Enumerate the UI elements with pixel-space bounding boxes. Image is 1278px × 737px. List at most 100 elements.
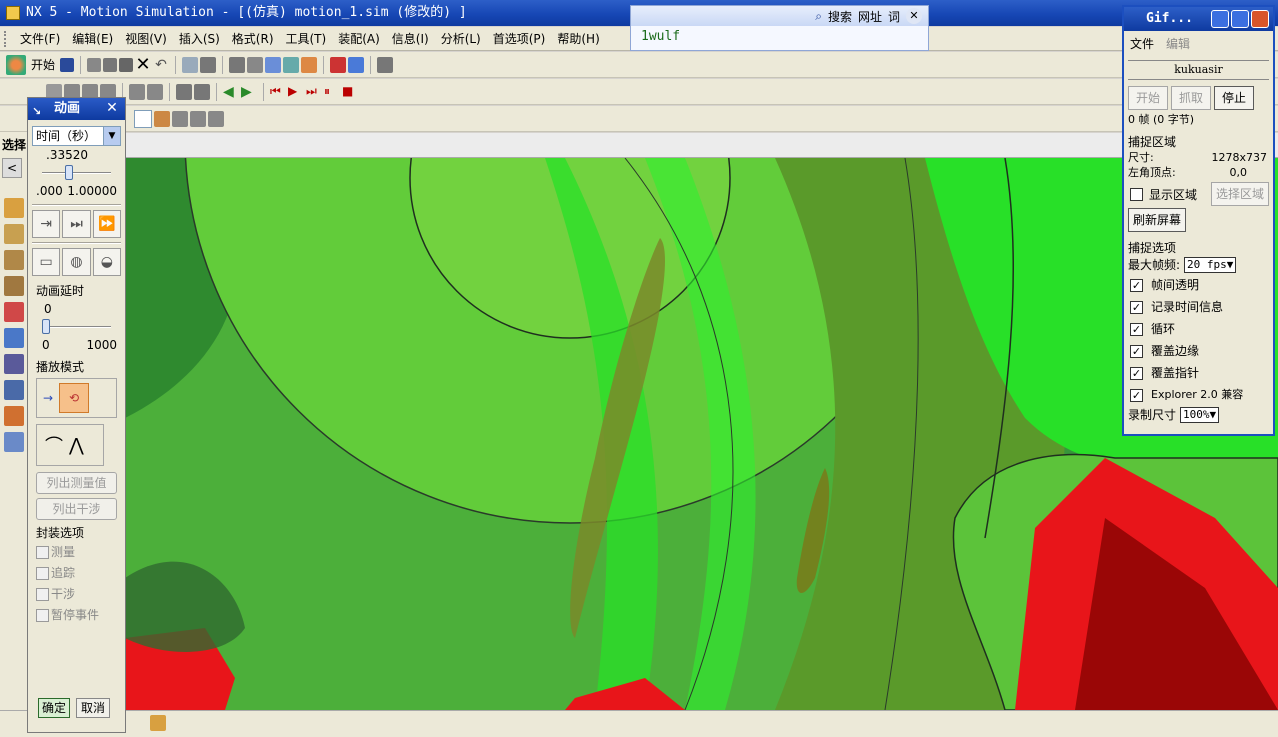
rec-size-select[interactable]: 100%▼: [1180, 407, 1220, 423]
show-area-checkbox[interactable]: [1130, 187, 1143, 201]
point-snap-icon[interactable]: [190, 110, 206, 127]
max-fps-select[interactable]: 20 fps▼: [1184, 257, 1237, 273]
checkbox-checked[interactable]: ✓: [1130, 300, 1143, 314]
step-back-button[interactable]: ⇥: [32, 210, 61, 238]
paste-icon[interactable]: [119, 57, 134, 72]
arrow-right-icon[interactable]: ▶: [241, 84, 257, 100]
navigator-icon[interactable]: [4, 198, 24, 218]
gear-icon[interactable]: [176, 83, 192, 100]
render-icon[interactable]: [301, 56, 318, 73]
loop-mode-icon[interactable]: ⟲: [59, 383, 90, 413]
gif-stop-button[interactable]: 停止: [1214, 86, 1254, 110]
step-forward-button[interactable]: ⏭: [62, 210, 91, 238]
pin-icon[interactable]: ↘: [32, 101, 46, 118]
pause-button[interactable]: ◒: [92, 248, 121, 276]
delete-icon[interactable]: ✕: [135, 55, 151, 73]
snap-icon[interactable]: [154, 110, 170, 127]
explode-icon[interactable]: ⋀: [69, 435, 84, 456]
checkbox-checked[interactable]: ✓: [1130, 388, 1143, 402]
maximize-icon[interactable]: [1231, 10, 1249, 28]
search-button[interactable]: 搜索: [828, 8, 852, 25]
gif-check-pointer[interactable]: ✓ 覆盖指针: [1124, 362, 1273, 384]
gif-check-edges[interactable]: ✓ 覆盖边缘: [1124, 340, 1273, 362]
list-measure-button[interactable]: 列出测量值: [36, 472, 117, 494]
checkbox-pause-event[interactable]: [36, 609, 49, 622]
loop-button[interactable]: ◍: [62, 248, 91, 276]
menu-help[interactable]: 帮助(H): [551, 28, 605, 50]
web-icon[interactable]: [4, 328, 24, 348]
orient-icon[interactable]: [377, 56, 394, 73]
collapse-icon[interactable]: <: [2, 158, 22, 178]
contact-icon[interactable]: [147, 83, 163, 100]
motion-nav-icon[interactable]: [4, 276, 24, 296]
menu-preferences[interactable]: 首选项(P): [487, 28, 552, 50]
play-once-icon[interactable]: →: [43, 391, 53, 405]
zoom-icon[interactable]: [247, 56, 264, 73]
select-area-button[interactable]: 选择区域: [1210, 182, 1269, 206]
checkbox-checked[interactable]: ✓: [1130, 366, 1143, 380]
menu-edit[interactable]: 编辑(E): [66, 28, 119, 50]
url-button[interactable]: 网址: [858, 8, 882, 25]
menu-analysis[interactable]: 分析(L): [435, 28, 487, 50]
gif-menu-file[interactable]: 文件: [1130, 35, 1154, 52]
option-interference[interactable]: 干涉: [28, 584, 125, 605]
menu-assembly[interactable]: 装配(A): [332, 28, 386, 50]
fast-forward-icon[interactable]: ⏭: [306, 84, 322, 100]
palette-icon[interactable]: [4, 380, 24, 400]
trace-icon[interactable]: ⌒: [45, 432, 63, 458]
cancel-button[interactable]: 取消: [76, 698, 110, 718]
part-nav-icon[interactable]: [4, 250, 24, 270]
start-menu-button[interactable]: 开始: [28, 56, 58, 73]
close-icon[interactable]: ✕: [906, 8, 922, 24]
word-button[interactable]: 词: [888, 8, 900, 25]
option-pause-event[interactable]: 暂停事件: [28, 605, 125, 626]
roles-icon[interactable]: [4, 406, 24, 426]
gif-start-button[interactable]: 开始: [1128, 86, 1168, 110]
clock-icon[interactable]: [4, 354, 24, 374]
time-slider[interactable]: [42, 164, 111, 182]
rewind-icon[interactable]: ⏮: [270, 84, 286, 100]
checkbox-checked[interactable]: ✓: [1130, 278, 1143, 292]
assembly-nav-icon[interactable]: [4, 224, 24, 244]
start-icon[interactable]: [6, 54, 26, 75]
list-interference-button[interactable]: 列出干涉: [36, 498, 117, 520]
rotate-icon[interactable]: [265, 56, 282, 73]
checkbox-measure[interactable]: [36, 546, 49, 559]
menu-info[interactable]: 信息(I): [386, 28, 435, 50]
option-measure[interactable]: 测量: [28, 542, 125, 563]
copy-icon[interactable]: [103, 57, 118, 72]
shade-icon[interactable]: [348, 56, 365, 73]
gif-check-loop[interactable]: ✓ 循环: [1124, 318, 1273, 340]
filter-icon[interactable]: [200, 56, 217, 73]
cam-icon[interactable]: [194, 83, 210, 100]
pause-icon[interactable]: ⏸: [324, 84, 340, 100]
system-icon[interactable]: [4, 432, 24, 452]
ok-button[interactable]: 确定: [38, 698, 70, 718]
search-input[interactable]: 1wulf: [631, 26, 928, 47]
curve-snap-icon[interactable]: [208, 110, 224, 127]
search-icon[interactable]: ⌕: [815, 9, 822, 24]
fit-icon[interactable]: [229, 56, 246, 73]
gif-menu-edit[interactable]: 编辑: [1166, 35, 1190, 52]
menu-file[interactable]: 文件(F): [14, 28, 66, 50]
menu-view[interactable]: 视图(V): [119, 28, 173, 50]
delay-slider[interactable]: [42, 318, 111, 336]
undo-icon[interactable]: ↶: [153, 57, 169, 73]
gif-capture-button[interactable]: 抓取: [1171, 86, 1211, 110]
graphics-viewport[interactable]: [125, 158, 1278, 710]
play-icon[interactable]: ▶: [288, 84, 304, 100]
marker-icon[interactable]: [129, 83, 145, 100]
checkbox-checked[interactable]: ✓: [1130, 322, 1143, 336]
checkbox-trace[interactable]: [36, 567, 49, 580]
menu-insert[interactable]: 插入(S): [173, 28, 226, 50]
select-icon[interactable]: [182, 56, 199, 73]
chevron-down-icon[interactable]: ▼: [103, 127, 120, 145]
layer-icon[interactable]: [330, 56, 347, 73]
checkbox-checked[interactable]: ✓: [1130, 344, 1143, 358]
gif-check-explorer[interactable]: ✓ Explorer 2.0 兼容: [1124, 384, 1273, 406]
menu-tools[interactable]: 工具(T): [280, 28, 333, 50]
time-slider-thumb[interactable]: [65, 165, 74, 180]
fast-forward-button[interactable]: ⏩: [92, 210, 121, 238]
checkbox-interference[interactable]: [36, 588, 49, 601]
close-icon[interactable]: [1251, 10, 1269, 28]
